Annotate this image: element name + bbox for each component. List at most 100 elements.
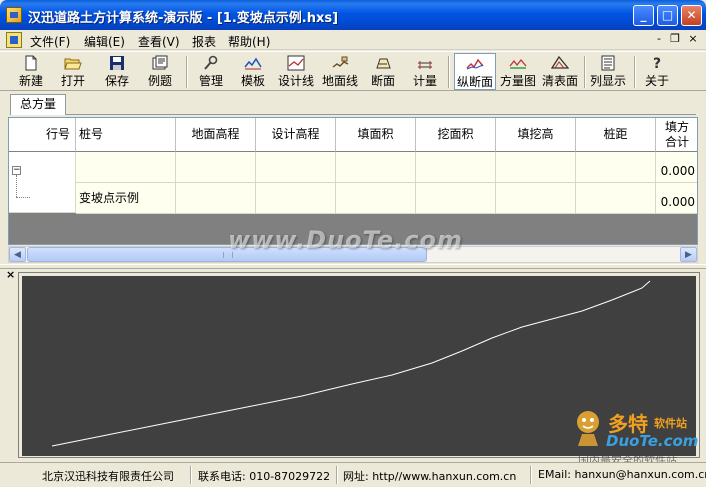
pane-splitter[interactable] — [0, 264, 706, 269]
column-header-fill-total[interactable]: 填方 合计 — [656, 118, 697, 152]
table-row-2-fill-area[interactable] — [336, 183, 416, 214]
volume-chart-icon — [509, 58, 527, 69]
grid-body: 行号 桩号 地面高程 设计高程 填面积 挖面积 填挖高 桩距 填方 合计 − 0… — [9, 118, 697, 214]
table-row-2-station[interactable]: 变坡点示例 — [76, 183, 176, 214]
table-row-1-fill-total[interactable]: 0.000 — [656, 152, 697, 183]
column-header-design-elevation[interactable]: 设计高程 — [256, 118, 336, 152]
table-row-2-design-elevation[interactable] — [256, 183, 336, 214]
measure-button[interactable]: 计量 — [408, 53, 442, 90]
toolbar-separator — [634, 56, 636, 88]
status-website: 网址: http//www.hanxun.com.cn — [343, 470, 517, 483]
toolbar-separator — [186, 56, 188, 88]
profile-button[interactable]: 纵断面 — [454, 53, 496, 90]
svg-text:?: ? — [653, 56, 661, 71]
duote-logo-icon — [577, 411, 599, 446]
scroll-right-arrow-icon[interactable]: ▶ — [680, 247, 697, 262]
menu-edit[interactable]: 编辑(E) — [84, 33, 125, 50]
mdi-restore-button[interactable]: ❐ — [668, 33, 682, 46]
column-header-row-number[interactable]: 行号 — [9, 118, 76, 152]
status-phone: 联系电话: 010-87029722 — [198, 470, 331, 483]
manage-button[interactable]: 管理 — [194, 53, 228, 90]
design-line-button[interactable]: 设计线 — [276, 53, 316, 90]
table-row-1-design-elevation[interactable] — [256, 152, 336, 183]
examples-icon — [152, 55, 168, 70]
mdi-minimize-button[interactable]: - — [652, 33, 666, 46]
volume-chart-button[interactable]: 方量图 — [498, 53, 538, 90]
toolbar-separator — [584, 56, 586, 88]
toolbar: 新建 打开 保存 例题 管理 模板 设计线 地面线 断面 计量 纵断面 方量图 … — [0, 51, 706, 91]
examples-button[interactable]: 例题 — [142, 53, 178, 90]
design-line-icon — [287, 55, 305, 71]
section-icon — [376, 58, 391, 69]
status-separator — [336, 466, 338, 484]
column-header-ground-elevation[interactable]: 地面高程 — [176, 118, 256, 152]
watermark-center: www.DuoTe.com — [228, 226, 463, 254]
title-bar: 汉迅道路土方计算系统-演示版 - [1.变坡点示例.hxs] _ □ ✕ — [0, 0, 706, 30]
menu-help[interactable]: 帮助(H) — [228, 33, 270, 50]
tree-connector — [16, 175, 17, 197]
table-row-1-station-distance[interactable] — [576, 152, 656, 183]
section-button[interactable]: 断面 — [366, 53, 400, 90]
column-display-button[interactable]: 列显示 — [588, 53, 628, 90]
new-doc-icon — [25, 55, 37, 71]
column-header-cut-area[interactable]: 挖面积 — [416, 118, 496, 152]
column-header-station-distance[interactable]: 桩距 — [576, 118, 656, 152]
column-header-fill-area[interactable]: 填面积 — [336, 118, 416, 152]
status-separator — [530, 466, 532, 484]
scroll-left-arrow-icon[interactable]: ◀ — [9, 247, 26, 262]
table-row-2-fill-cut-height[interactable] — [496, 183, 576, 214]
maximize-button[interactable]: □ — [657, 5, 678, 26]
column-display-icon — [601, 55, 615, 71]
column-header-fill-cut-height[interactable]: 填挖高 — [496, 118, 576, 152]
open-folder-icon — [64, 58, 82, 70]
tab-total-volume[interactable]: 总方量 — [10, 94, 66, 115]
profile-icon — [466, 58, 484, 70]
open-button[interactable]: 打开 — [56, 53, 90, 90]
close-pane-icon[interactable]: × — [6, 268, 15, 281]
about-button[interactable]: ? 关于 — [640, 53, 674, 90]
save-disk-icon — [110, 56, 124, 70]
table-row-1-ground-elevation[interactable] — [176, 152, 256, 183]
column-header-station[interactable]: 桩号 — [76, 118, 176, 152]
wrench-icon — [204, 55, 218, 70]
table-row-1-station[interactable] — [76, 152, 176, 183]
table-row-2-cut-area[interactable] — [416, 183, 496, 214]
column-header-fill-total-line1: 填方 — [664, 120, 689, 134]
tab-divider — [66, 114, 696, 115]
menu-view[interactable]: 查看(V) — [138, 33, 180, 50]
mdi-close-button[interactable]: × — [686, 33, 700, 46]
minimize-button[interactable]: _ — [633, 5, 654, 26]
row-header-column — [9, 152, 76, 213]
clear-surface-icon — [551, 55, 569, 69]
new-button[interactable]: 新建 — [14, 53, 48, 90]
document-icon[interactable] — [6, 32, 22, 48]
column-header-fill-total-line2: 合计 — [664, 135, 689, 149]
measure-icon — [418, 61, 432, 69]
status-email: EMail: hanxun@hanxun.com.cn — [538, 468, 706, 481]
close-button[interactable]: ✕ — [681, 5, 702, 26]
save-button[interactable]: 保存 — [100, 53, 134, 90]
template-button[interactable]: 模板 — [236, 53, 270, 90]
table-row-1-fill-area[interactable] — [336, 152, 416, 183]
menu-report[interactable]: 报表 — [192, 33, 216, 50]
ground-line-button[interactable]: 地面线 — [320, 53, 360, 90]
status-bar: 北京汉迅科技有限责任公司 联系电话: 010-87029722 网址: http… — [0, 462, 706, 487]
help-question-icon: ? — [653, 56, 661, 71]
table-row-2-fill-total[interactable]: 0.000 — [656, 183, 697, 214]
table-row-2-station-distance[interactable] — [576, 183, 656, 214]
toolbar-separator — [448, 56, 450, 88]
watermark-logo-domain: DuoTe.com — [606, 432, 699, 450]
clear-surface-button[interactable]: 清表面 — [540, 53, 580, 90]
window-title: 汉迅道路土方计算系统-演示版 - [1.变坡点示例.hxs] — [28, 11, 339, 26]
table-row-1-cut-area[interactable] — [416, 152, 496, 183]
watermark-logo-sub: 软件站 — [654, 417, 687, 430]
status-separator — [190, 466, 192, 484]
table-row-1-fill-cut-height[interactable] — [496, 152, 576, 183]
status-company: 北京汉迅科技有限责任公司 — [42, 470, 174, 483]
menu-bar: 文件(F) 编辑(E) 查看(V) 报表 帮助(H) - ❐ × — [0, 30, 706, 50]
tab-strip: 总方量 — [0, 92, 706, 116]
collapse-icon[interactable]: − — [12, 166, 21, 175]
menu-file[interactable]: 文件(F) — [30, 33, 70, 50]
table-row-2-ground-elevation[interactable] — [176, 183, 256, 214]
app-icon — [6, 7, 22, 23]
